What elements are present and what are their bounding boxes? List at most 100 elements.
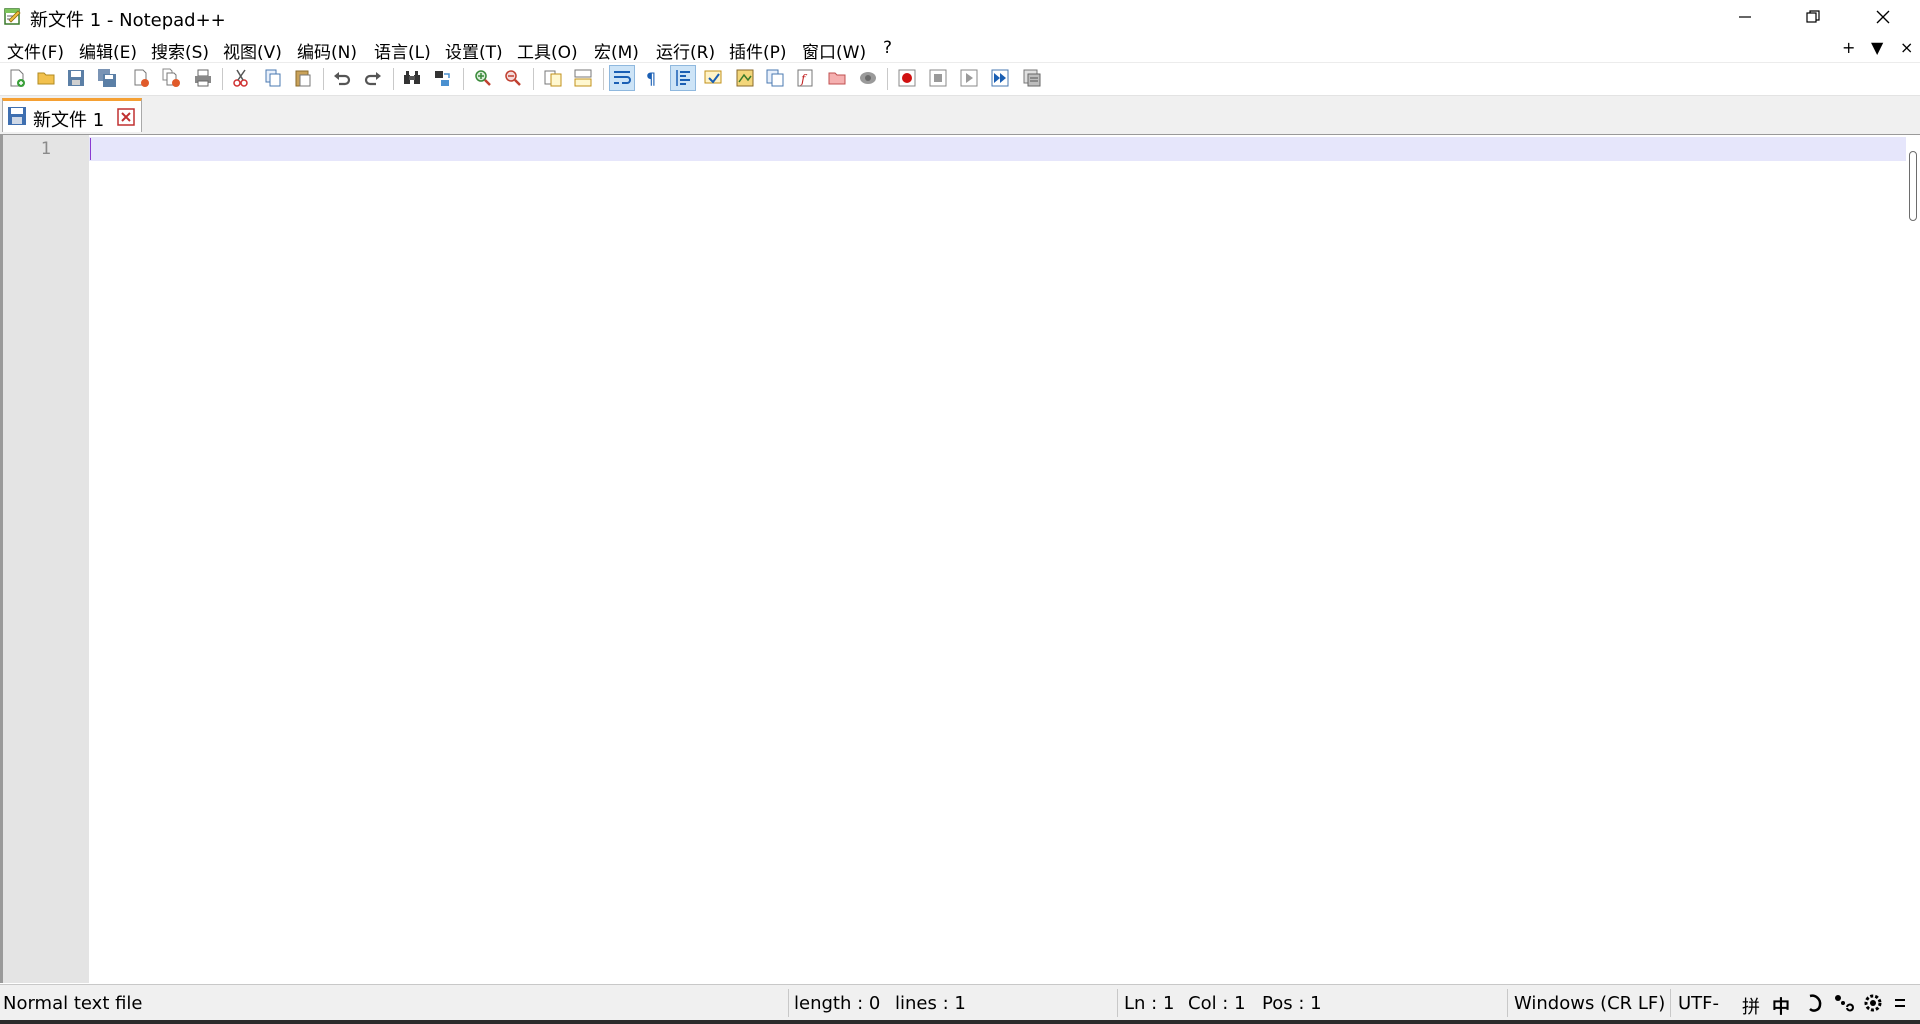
fast-forward-icon <box>991 69 1009 87</box>
status-encoding[interactable]: UTF- <box>1678 993 1719 1014</box>
sync-horizontal-scroll-button[interactable] <box>570 65 596 91</box>
replace-button[interactable] <box>430 65 456 91</box>
redo-button[interactable] <box>360 65 386 91</box>
ime-half-width-icon[interactable] <box>1806 993 1824 1018</box>
paste-icon <box>295 70 311 87</box>
run-macro-multiple-button[interactable] <box>987 65 1013 91</box>
save-all-button[interactable] <box>94 65 120 91</box>
cut-button[interactable] <box>228 65 254 91</box>
ime-pinyin-indicator[interactable]: 拼 <box>1742 993 1760 1019</box>
function-list-button[interactable]: f <box>792 65 818 91</box>
zoom-in-button[interactable] <box>470 65 496 91</box>
menu-view[interactable]: 视图(V) <box>223 38 282 63</box>
undo-button[interactable] <box>329 65 355 91</box>
ime-punctuation-icon[interactable] <box>1833 993 1855 1018</box>
toolbar-separator <box>603 68 604 90</box>
copy-icon <box>265 69 281 87</box>
line-number-gutter: 1 <box>3 135 89 983</box>
menu-encoding[interactable]: 编码(N) <box>297 38 357 63</box>
menu-plugins[interactable]: 插件(P) <box>729 38 787 63</box>
status-eol[interactable]: Windows (CR LF) <box>1514 993 1665 1014</box>
close-all-icon <box>162 68 180 87</box>
find-button[interactable] <box>399 65 425 91</box>
menu-run[interactable]: 运行(R) <box>656 38 715 63</box>
status-col: Col : 1 <box>1188 993 1246 1014</box>
line-number: 1 <box>40 139 51 159</box>
ime-more-icon[interactable] <box>1893 993 1907 1018</box>
tab-new-file-1[interactable]: 新文件 1 <box>2 98 142 132</box>
close-button[interactable] <box>1848 0 1918 34</box>
vertical-scrollbar[interactable] <box>1906 135 1920 983</box>
toolbar-separator <box>463 68 464 90</box>
save-button[interactable] <box>63 65 89 91</box>
status-divider <box>1670 989 1671 1017</box>
new-file-button[interactable] <box>4 65 30 91</box>
menu-language[interactable]: 语言(L) <box>374 38 431 63</box>
title-bar: 新文件 1 - Notepad++ <box>0 0 1920 34</box>
print-button[interactable] <box>190 65 216 91</box>
indent-guide-icon <box>676 70 690 86</box>
paste-button[interactable] <box>290 65 316 91</box>
binoculars-icon <box>404 71 420 84</box>
toolbar: ¶ f <box>0 63 1920 96</box>
close-file-icon <box>134 69 149 87</box>
menu-file[interactable]: 文件(F) <box>7 38 64 63</box>
monitoring-button[interactable] <box>855 65 881 91</box>
print-icon <box>195 69 211 87</box>
scissors-icon <box>233 69 248 87</box>
new-file-icon <box>10 69 25 87</box>
new-tab-plus-button[interactable]: + <box>1842 38 1855 57</box>
toolbar-separator <box>393 68 394 90</box>
menu-bar: 文件(F) 编辑(E) 搜索(S) 视图(V) 编码(N) 语言(L) 设置(T… <box>0 34 1920 63</box>
menu-tools[interactable]: 工具(O) <box>517 38 578 63</box>
zoom-in-icon <box>475 70 491 86</box>
status-divider <box>788 989 789 1017</box>
save-all-icon <box>98 69 116 87</box>
zoom-out-button[interactable] <box>500 65 526 91</box>
document-map-button[interactable] <box>732 65 758 91</box>
menu-help[interactable]: ? <box>883 38 892 58</box>
menu-settings[interactable]: 设置(T) <box>445 38 503 63</box>
svg-text:¶: ¶ <box>646 69 656 88</box>
tab-label: 新文件 1 <box>33 110 105 131</box>
menu-macro[interactable]: 宏(M) <box>594 38 639 63</box>
playback-button[interactable] <box>956 65 982 91</box>
copy-button[interactable] <box>260 65 286 91</box>
tab-list-dropdown-button[interactable]: ▼ <box>1871 38 1883 57</box>
document-list-icon <box>766 69 784 87</box>
toolbar-separator <box>323 68 324 90</box>
ime-settings-gear-icon[interactable] <box>1862 993 1884 1018</box>
save-icon <box>68 70 84 86</box>
close-document-button[interactable]: × <box>1900 38 1913 57</box>
ime-chinese-mode-indicator[interactable]: 中 <box>1772 993 1790 1019</box>
sync-vertical-scroll-button[interactable] <box>540 65 566 91</box>
save-macro-button[interactable] <box>1019 65 1045 91</box>
toolbar-separator <box>533 68 534 90</box>
document-list-button[interactable] <box>762 65 788 91</box>
folder-as-workspace-button[interactable] <box>824 65 850 91</box>
zoom-out-icon <box>505 70 521 86</box>
sync-vertical-icon <box>544 70 562 87</box>
menu-edit[interactable]: 编辑(E) <box>79 38 137 63</box>
replace-icon <box>435 71 450 86</box>
toolbar-separator <box>222 68 223 90</box>
document-map-icon <box>736 69 754 87</box>
open-file-button[interactable] <box>33 65 59 91</box>
user-defined-language-button[interactable] <box>700 65 726 91</box>
close-all-button[interactable] <box>158 65 184 91</box>
minimize-button[interactable] <box>1710 0 1780 34</box>
vertical-scrollbar-thumb[interactable] <box>1909 151 1917 221</box>
minimize-icon <box>1739 16 1751 18</box>
stop-recording-button[interactable] <box>925 65 951 91</box>
menu-window[interactable]: 窗口(W) <box>802 38 866 63</box>
close-file-button[interactable] <box>128 65 154 91</box>
show-all-characters-button[interactable]: ¶ <box>639 65 665 91</box>
start-recording-button[interactable] <box>894 65 920 91</box>
tab-close-icon[interactable] <box>117 108 135 130</box>
redo-icon <box>364 72 381 86</box>
word-wrap-button[interactable] <box>609 65 635 91</box>
indent-guide-button[interactable] <box>670 65 696 91</box>
restore-button[interactable] <box>1778 0 1848 34</box>
editor-area[interactable]: 1 <box>0 135 1920 983</box>
menu-search[interactable]: 搜索(S) <box>151 38 209 63</box>
